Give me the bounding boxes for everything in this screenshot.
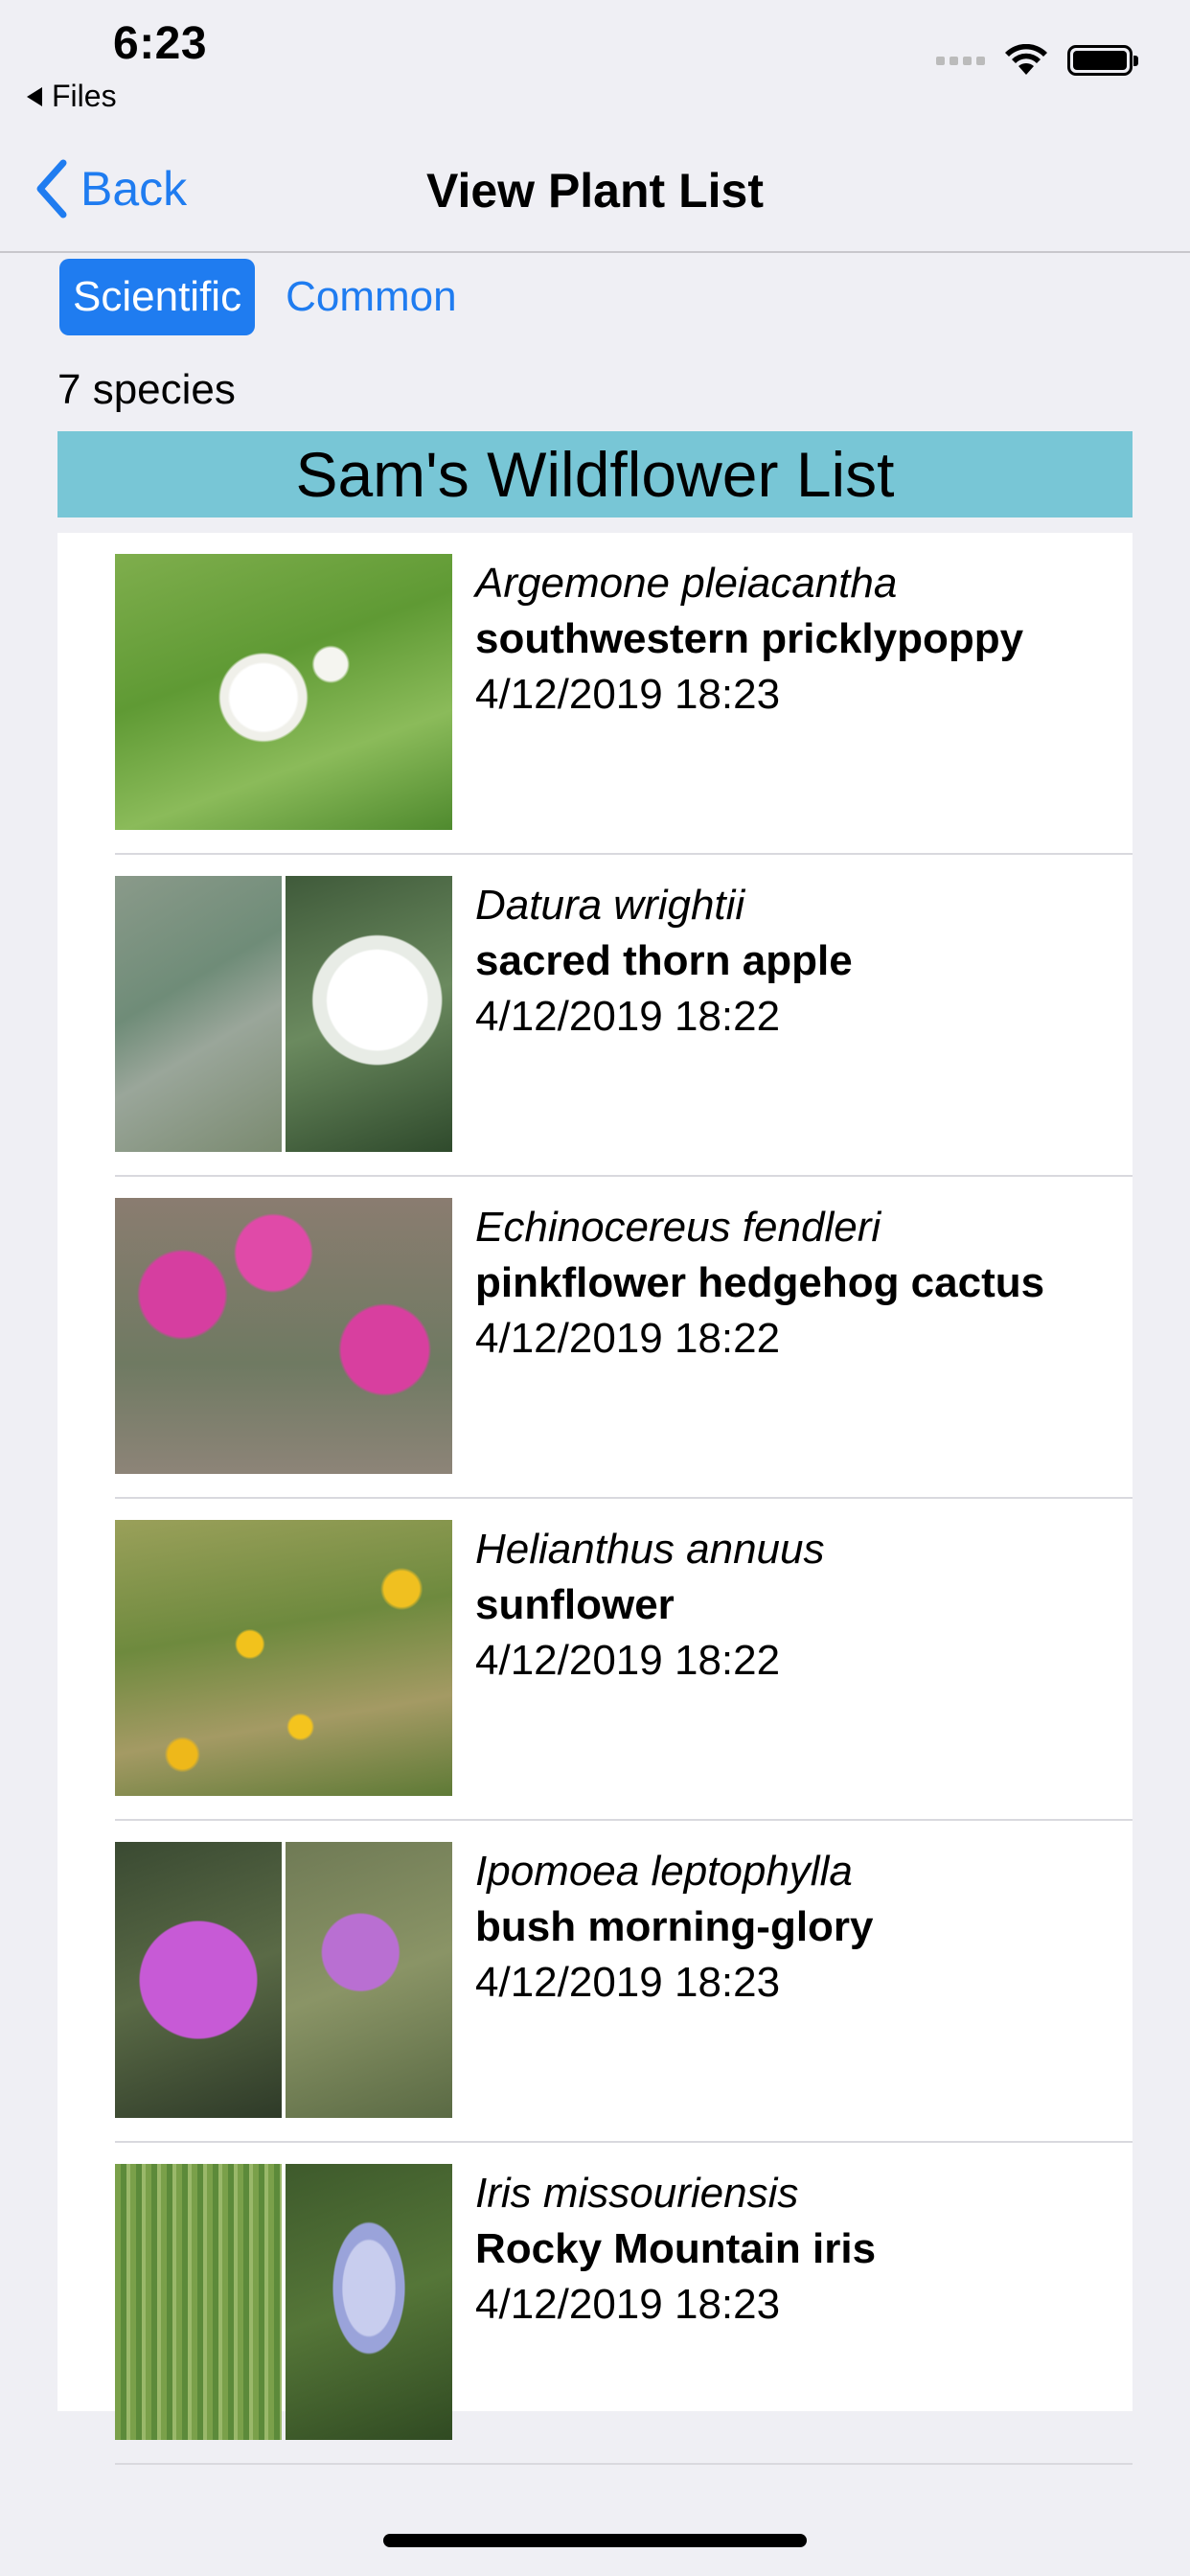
plant-photo [115,1520,452,1796]
common-toggle-button[interactable]: Common [272,259,470,335]
plant-photo [115,1198,452,1474]
name-type-toggle: Scientific Common [59,259,470,335]
plant-row-argemone[interactable]: Argemone pleiacantha southwestern prickl… [115,533,1133,855]
plant-row-echinocereus[interactable]: Echinocereus fendleri pinkflower hedgeho… [115,1177,1133,1499]
common-name: southwestern pricklypoppy [475,615,1024,662]
scientific-name: Datura wrightii [475,882,745,929]
status-time: 6:23 [113,18,208,69]
plant-photo [115,2164,452,2440]
common-name: bush morning-glory [475,1903,874,1950]
plant-row-iris[interactable]: Iris missouriensis Rocky Mountain iris 4… [115,2143,1133,2465]
plant-photo [115,876,452,1152]
plant-row-helianthus[interactable]: Helianthus annuus sunflower 4/12/2019 18… [115,1499,1133,1821]
observation-date: 4/12/2019 18:23 [475,2281,781,2328]
common-name: pinkflower hedgehog cactus [475,1259,1045,1306]
species-count: 7 species [57,366,236,413]
plant-row-datura[interactable]: Datura wrightii sacred thorn apple 4/12/… [115,855,1133,1177]
scientific-name: Ipomoea leptophylla [475,1848,853,1895]
back-to-app-link[interactable]: Files [27,79,117,114]
observation-date: 4/12/2019 18:22 [475,1637,781,1684]
back-to-app-label: Files [52,79,117,113]
observation-date: 4/12/2019 18:23 [475,1959,781,2006]
page-title: View Plant List [426,164,764,218]
wifi-icon [1005,44,1047,75]
scientific-name: Helianthus annuus [475,1526,825,1573]
scientific-name: Echinocereus fendleri [475,1204,881,1251]
scientific-toggle-button[interactable]: Scientific [59,259,256,335]
plant-list: Argemone pleiacantha southwestern prickl… [57,533,1133,2465]
common-name: Rocky Mountain iris [475,2225,877,2272]
observation-date: 4/12/2019 18:23 [475,671,781,718]
observation-date: 4/12/2019 18:22 [475,993,781,1040]
navigation-bar: Back View Plant List [0,144,1190,253]
observation-date: 4/12/2019 18:22 [475,1315,781,1362]
scientific-name: Argemone pleiacantha [475,560,898,607]
plant-photo [115,554,452,830]
plant-row-ipomoea[interactable]: Ipomoea leptophylla bush morning-glory 4… [115,1821,1133,2143]
cellular-signal-icon [936,56,985,65]
scientific-name: Iris missouriensis [475,2170,799,2217]
common-name: sunflower [475,1581,675,1628]
plant-photo [115,1842,452,2118]
common-name: sacred thorn apple [475,937,853,984]
home-indicator[interactable] [383,2534,807,2547]
battery-icon [1067,45,1138,76]
back-triangle-icon [27,86,42,106]
list-title: Sam's Wildflower List [57,431,1133,518]
